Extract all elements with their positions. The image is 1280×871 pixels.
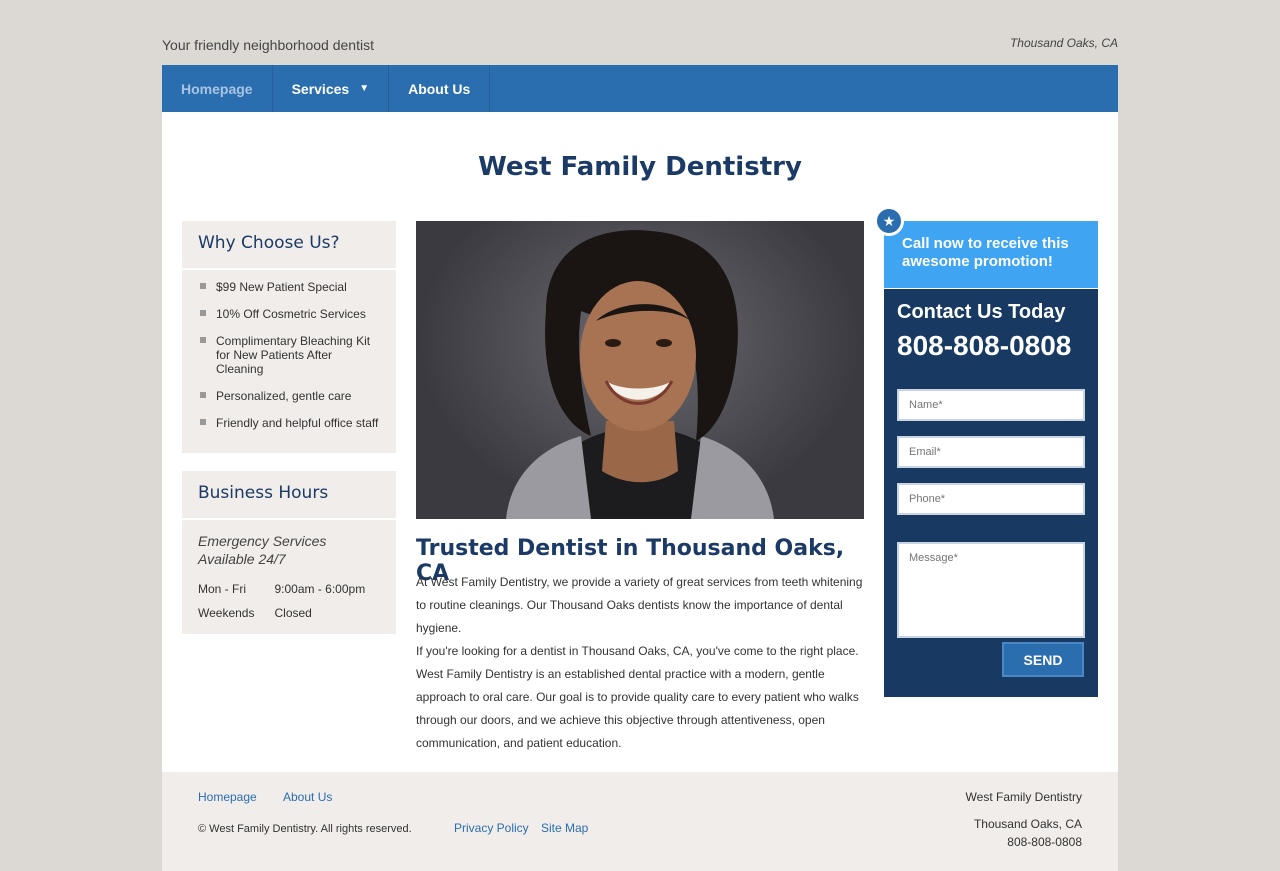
why-choose-us-list: $99 New Patient Special 10% Off Cosmetri… [182,270,396,430]
page-title: West Family Dentistry [478,152,802,182]
nav-item-label: About Us [408,80,471,97]
nav-item-label: Homepage [181,80,253,97]
business-hours-heading: Business Hours [182,471,396,520]
hero-photo [416,221,864,519]
why-choose-us-heading: Why Choose Us? [182,221,396,270]
send-button[interactable]: SEND [1002,642,1084,677]
list-item: 10% Off Cosmetric Services [200,307,380,321]
footer-link-homepage[interactable]: Homepage [198,790,257,804]
nav-item-services[interactable]: Services ▼ [273,65,390,112]
site-tagline: Your friendly neighborhood dentist [162,37,374,53]
hours-table: Mon - Fri 9:00am - 6:00pm Weekends Close… [198,582,385,630]
phone-field[interactable] [897,483,1085,515]
site-footer: Homepage About Us © West Family Dentistr… [162,772,1118,871]
copyright-text: © West Family Dentistry. All rights rese… [198,823,412,835]
footer-phone: 808-808-0808 [1007,835,1082,849]
star-icon: ★ [874,206,904,236]
list-item: $99 New Patient Special [200,280,380,294]
nav-item-about-us[interactable]: About Us [389,65,491,112]
smiling-woman-image [506,230,774,519]
table-row: Weekends Closed [198,606,385,630]
list-item: Personalized, gentle care [200,389,380,403]
header-location: Thousand Oaks, CA [1009,36,1118,50]
hours-time: Closed [274,606,312,620]
why-choose-us-box: Why Choose Us? $99 New Patient Special 1… [182,221,396,453]
chevron-down-icon: ▼ [359,83,370,94]
footer-link-site-map[interactable]: Site Map [541,821,588,835]
nav-item-homepage[interactable]: Homepage [162,65,273,112]
footer-business-name: West Family Dentistry [965,790,1082,804]
article-body: At West Family Dentistry, we provide a v… [416,571,868,755]
list-item: Complimentary Bleaching Kit for New Pati… [200,334,380,376]
footer-link-privacy-policy[interactable]: Privacy Policy [454,821,529,835]
business-hours-box: Business Hours Emergency Services Availa… [182,471,396,634]
main-content: West Family Dentistry Why Choose Us? $99… [162,112,1118,772]
table-row: Mon - Fri 9:00am - 6:00pm [198,582,385,606]
nav-item-label: Services [291,80,350,97]
emergency-services-text: Emergency Services Available 24/7 [198,533,327,567]
footer-city: Thousand Oaks, CA [973,817,1082,831]
message-field[interactable] [897,542,1085,638]
hours-time: 9:00am - 6:00pm [274,582,366,596]
main-nav: Homepage Services ▼ About Us [162,65,1118,112]
article-paragraph: If you're looking for a dentist in Thous… [416,644,859,750]
list-item: Friendly and helpful office staff [200,416,380,430]
hours-days: Weekends [198,606,255,620]
promo-banner: Call now to receive this awesome promoti… [884,221,1098,288]
name-field[interactable] [897,389,1085,421]
article-paragraph: At West Family Dentistry, we provide a v… [416,575,863,635]
contact-heading: Contact Us Today [897,301,1066,323]
hours-days: Mon - Fri [198,582,246,596]
email-field[interactable] [897,436,1085,468]
contact-phone: 808-808-0808 [897,330,1072,361]
contact-form: Contact Us Today 808-808-0808 SEND [884,289,1098,697]
footer-link-about-us[interactable]: About Us [283,790,332,804]
